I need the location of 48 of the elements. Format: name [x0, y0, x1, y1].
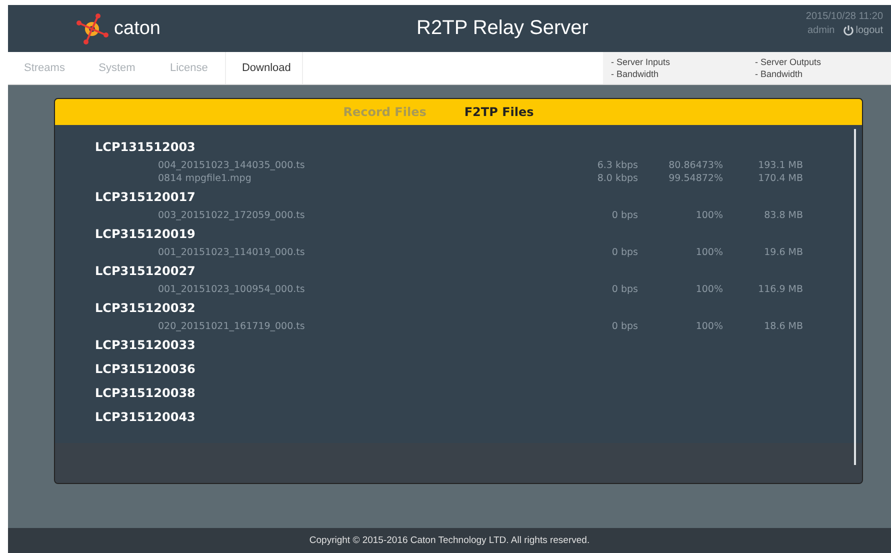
nav-tab[interactable]: Download — [224, 52, 303, 84]
device-name: LCP315120032 — [95, 300, 196, 317]
copyright-text: Copyright © 2015-2016 Caton Technology LTD. All rights reserved. — [309, 535, 590, 546]
device-name: LCP315120036 — [95, 361, 196, 378]
date-time: 2015/10/28 11:20 — [806, 11, 883, 22]
stat-link[interactable]: - Bandwidth — [611, 69, 747, 79]
logout-link[interactable]: logout — [842, 25, 883, 36]
file-name: 001_20151023_114019_000.ts — [158, 246, 306, 259]
file-size: 19.6 MB — [763, 246, 803, 259]
power-icon — [842, 25, 854, 36]
file-size: 18.6 MB — [763, 320, 803, 333]
device-name: LCP131512003 — [95, 139, 196, 156]
device-name: LCP315120033 — [95, 337, 196, 354]
device-name: LCP315120017 — [95, 189, 196, 206]
file-name: 004_20151023_144035_000.ts — [158, 159, 306, 172]
file-size: 170.4 MB — [757, 172, 803, 185]
app-title: R2TP Relay Server — [416, 17, 590, 40]
file-size: 116.9 MB — [757, 283, 803, 296]
stat-link[interactable]: - Bandwidth — [755, 69, 891, 79]
file-rate: 0 bps — [610, 209, 638, 222]
file-rate: 0 bps — [610, 246, 638, 259]
file-rate: 8.0 kbps — [596, 172, 638, 185]
file-rate: 6.3 kbps — [596, 159, 638, 172]
file-percent: 100% — [694, 246, 723, 259]
stat-link[interactable]: - Server Outputs — [755, 57, 891, 67]
file-size: 83.8 MB — [763, 209, 803, 222]
file-percent: 100% — [694, 209, 723, 222]
file-rate: 0 bps — [610, 283, 638, 296]
file-name: 001_20151023_100954_000.ts — [158, 283, 306, 296]
logo-icon — [74, 12, 110, 44]
file-rate: 0 bps — [610, 320, 638, 333]
panel-tab[interactable]: F2TP Files — [460, 99, 538, 125]
device-name: LCP315120019 — [95, 226, 196, 243]
file-name: 020_20151021_161719_000.ts — [158, 320, 306, 333]
device-name: LCP315120038 — [95, 385, 196, 402]
file-size: 193.1 MB — [757, 159, 803, 172]
scrollbar[interactable] — [854, 129, 856, 465]
file-percent: 100% — [694, 320, 723, 333]
file-percent: 99.54872% — [668, 172, 723, 185]
device-name: LCP315120043 — [95, 409, 196, 426]
user-name: admin — [808, 25, 835, 36]
device-name: LCP315120027 — [95, 263, 196, 280]
file-percent: 100% — [694, 283, 723, 296]
file-percent: 80.86473% — [668, 159, 723, 172]
stat-link[interactable]: - Server Inputs — [611, 57, 747, 67]
file-name: 003_20151022_172059_000.ts — [158, 209, 306, 222]
file-name: 0814 mpgfile1.mpg — [158, 172, 252, 185]
logo-text: caton — [114, 18, 160, 40]
